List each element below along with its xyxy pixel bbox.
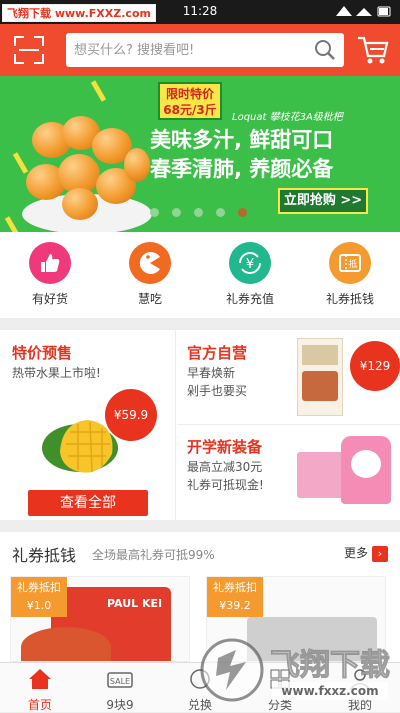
price-tag: 限时特价 68元/3斤 (158, 82, 222, 120)
coupon-icon: 抵 (329, 242, 371, 284)
category-voucher-cash[interactable]: 抵 礼券抵钱 (300, 242, 400, 307)
watermark-url: www.fxxz.com (272, 682, 388, 700)
school-sub2: 礼券可抵现金! (187, 478, 264, 492)
product-package-image (297, 338, 343, 416)
svg-text:抵: 抵 (348, 258, 357, 270)
system-icons (334, 4, 394, 21)
banner-headline: 美味多汁, 鲜甜可口 春季清肺, 养颜必备 (150, 128, 334, 181)
sale-tag-icon: SALE (107, 672, 133, 688)
official-title: 官方自营 (187, 344, 248, 362)
cart-icon[interactable] (356, 34, 390, 66)
coupon-card[interactable]: PAUL KEI 礼券抵扣 ¥1.0 (10, 576, 190, 662)
school-gear-card[interactable]: 开学新装备 最高立减30元 礼券可抵现金! (177, 426, 400, 520)
search-box[interactable] (66, 33, 344, 67)
app-header (0, 24, 400, 76)
brand-label: Loquat 攀枝花3A级枇杷 (232, 112, 343, 123)
school-title: 开学新装备 (187, 438, 263, 456)
category-voucher-topup[interactable]: ¥ 礼券充值 (200, 242, 300, 307)
tab-9-9[interactable]: SALE 9块9 (80, 667, 160, 713)
product-brand: PAUL KEI (107, 597, 163, 610)
official-price: ¥129 (353, 344, 397, 388)
official-sub2: 剁手也要买 (187, 384, 248, 398)
coupons-title: 礼券抵钱 (12, 546, 77, 565)
deals-section: 特价预售 热带水果上市啦! ¥59.9 查看全部 官方自营 早春焕新 剁手也要买… (0, 330, 400, 520)
status-bar: 飞翔下载 www.FXXZ.com 11:28 (0, 0, 400, 24)
svg-text:SALE: SALE (110, 677, 130, 686)
official-sub1: 早春焕新 (187, 366, 236, 380)
coupons-subtitle: 全场最高礼券可抵99% (92, 548, 215, 562)
search-input[interactable] (74, 33, 304, 67)
watermark-name: 飞翔下载 (270, 648, 391, 684)
chevron-right-icon: › (372, 546, 388, 562)
category-smart-eat[interactable]: 慧吃 (100, 242, 200, 307)
dried-meat-image (21, 627, 111, 661)
more-link[interactable]: 更多 › (344, 544, 388, 562)
tab-home[interactable]: 首页 (0, 667, 80, 713)
backpack-image (341, 436, 391, 504)
scan-button[interactable] (14, 36, 44, 64)
watermark-overlay: 飞翔下载 www.fxxz.com (196, 628, 392, 708)
presale-price: ¥59.9 (108, 392, 154, 438)
buy-now-button[interactable]: 立即抢购 >> (278, 188, 368, 214)
category-good-goods[interactable]: 有好货 (0, 242, 100, 307)
official-store-card[interactable]: 官方自营 早春焕新 剁手也要买 ¥129 (177, 330, 400, 425)
pacman-icon (129, 242, 171, 284)
presale-subtitle: 热带水果上市啦! (12, 366, 101, 380)
yen-refresh-icon: ¥ (229, 242, 271, 284)
home-icon (29, 669, 51, 689)
category-row: 有好货 慧吃 ¥ 礼券充值 抵 礼券抵钱 (0, 232, 400, 318)
coupon-tag: 礼券抵扣 ¥39.2 (207, 577, 263, 617)
thumbs-up-icon (29, 242, 71, 284)
signal-wifi-battery-icon (336, 6, 391, 17)
presale-card[interactable]: 特价预售 热带水果上市啦! ¥59.9 查看全部 (0, 330, 176, 520)
school-sub1: 最高立减30元 (187, 460, 263, 474)
coupon-tag: 礼券抵扣 ¥1.0 (11, 577, 67, 617)
view-all-button[interactable]: 查看全部 (28, 490, 148, 516)
presale-title: 特价预售 (12, 344, 73, 362)
svg-text:¥: ¥ (246, 257, 254, 272)
search-icon[interactable] (314, 39, 336, 61)
